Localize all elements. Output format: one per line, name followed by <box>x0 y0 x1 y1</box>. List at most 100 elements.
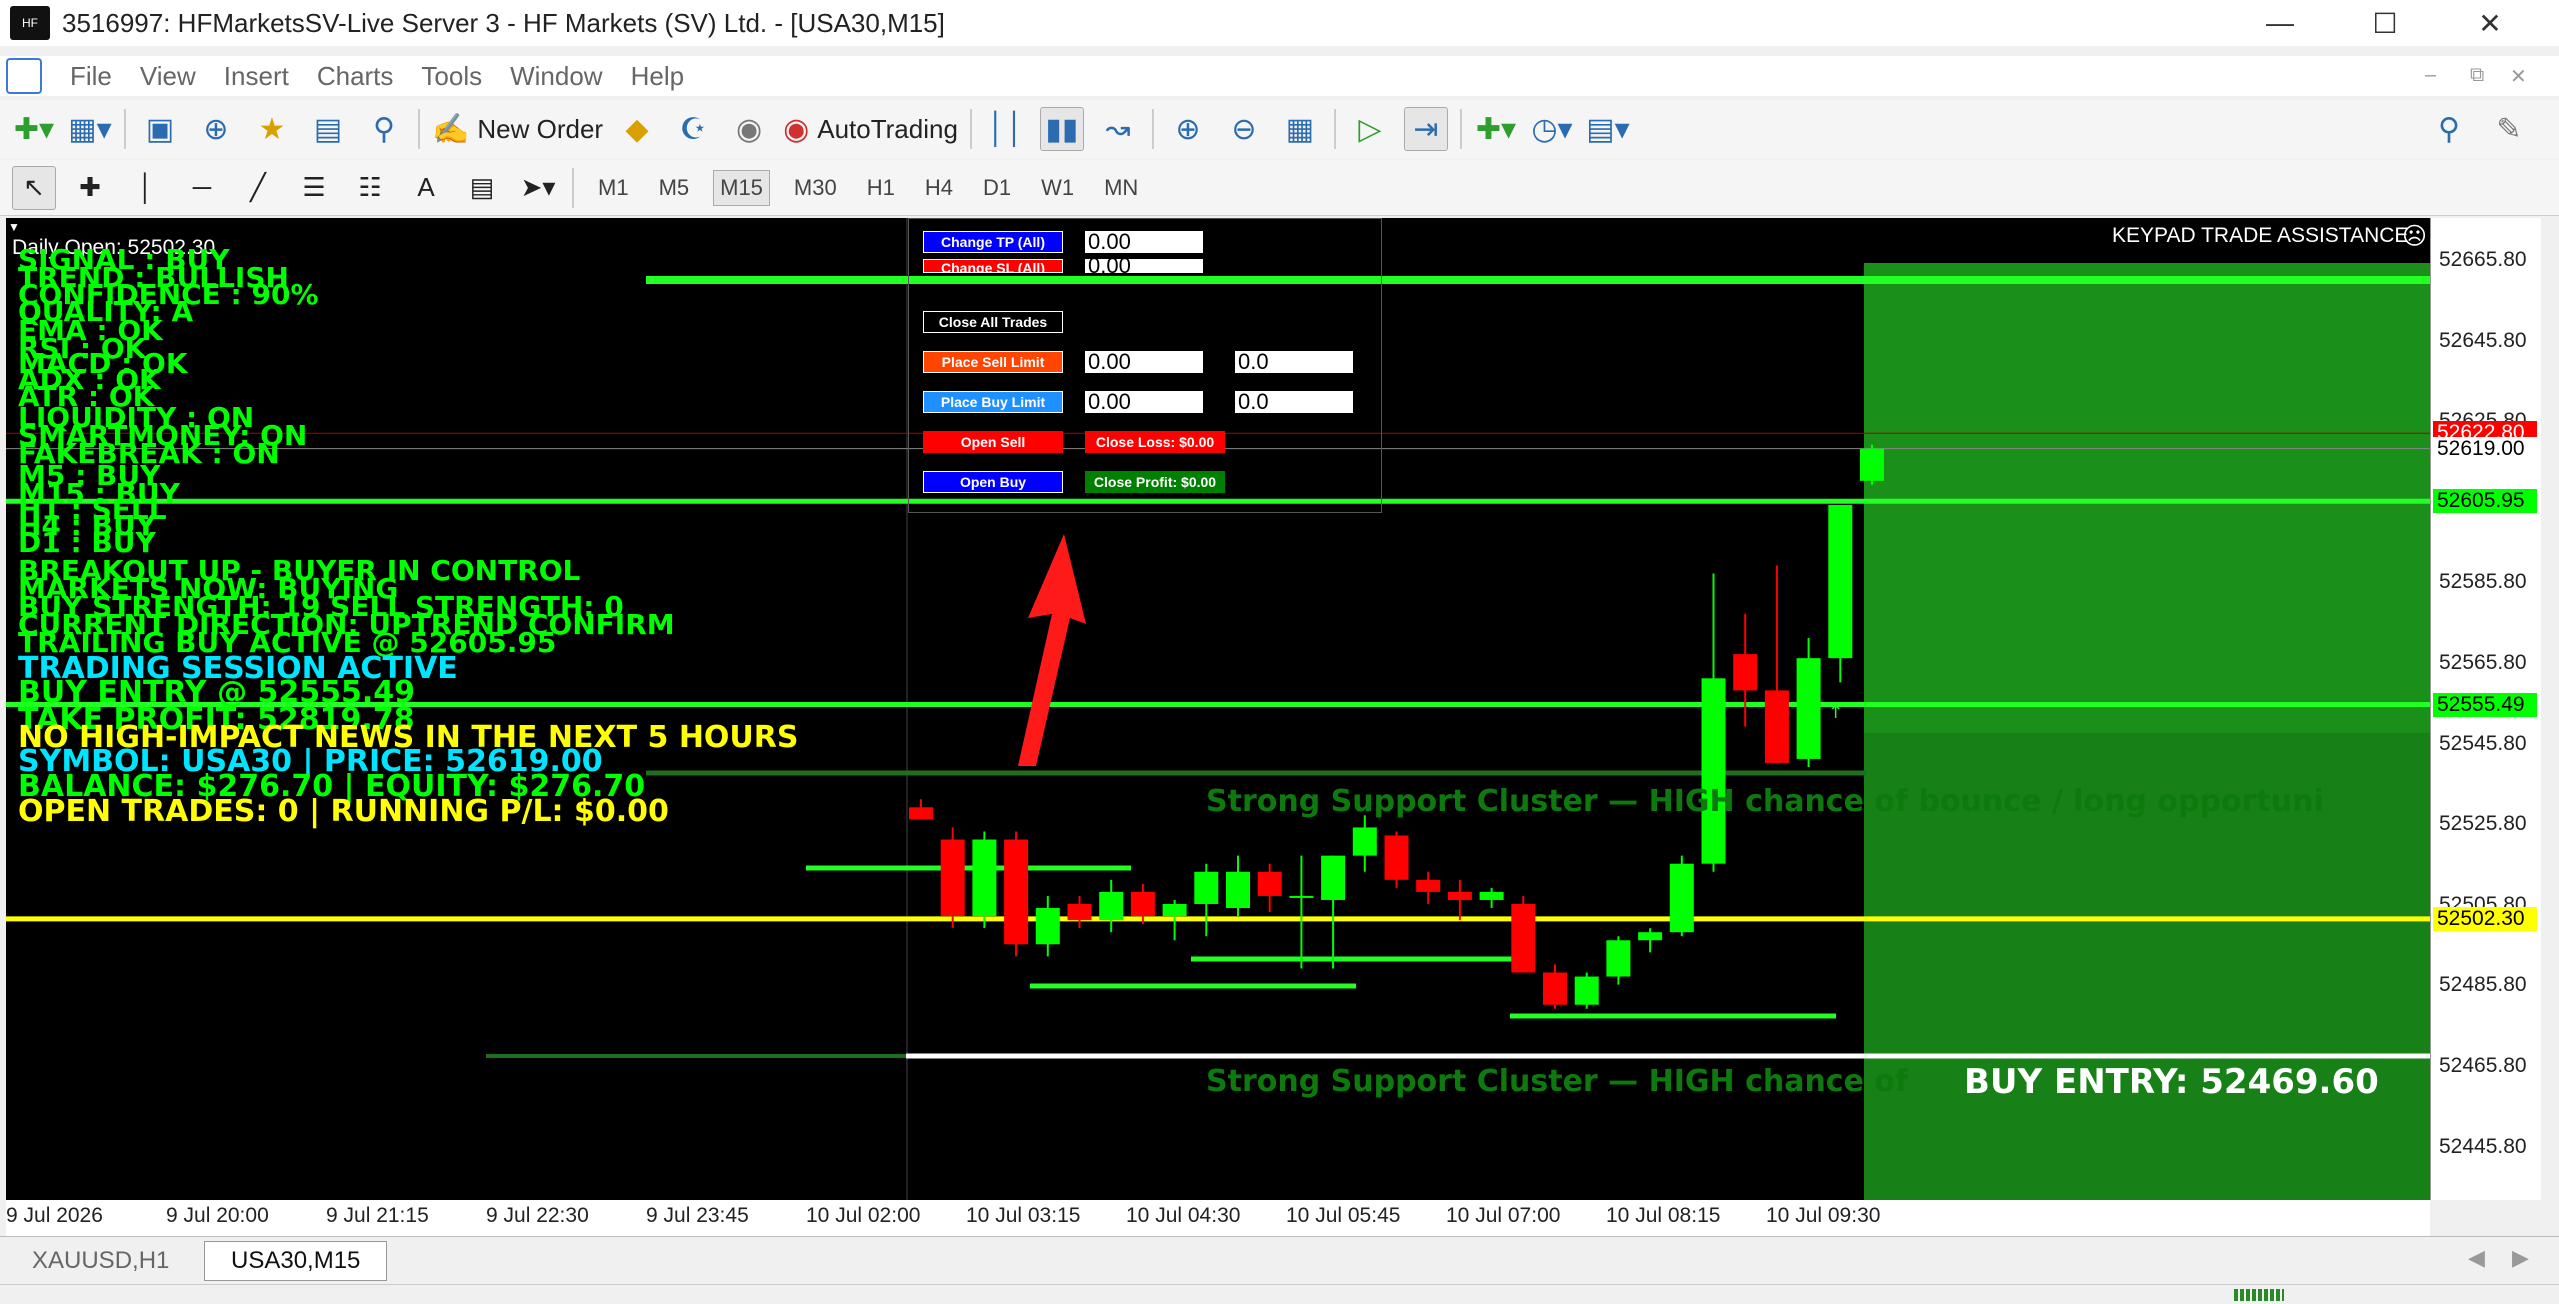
auto-scroll-icon[interactable]: ▷ <box>1348 107 1392 151</box>
chat-icon[interactable]: ✎ <box>2487 107 2531 151</box>
navigator-icon[interactable]: ★ <box>250 107 294 151</box>
support-cluster-label: Strong Support Cluster — HIGH chance of … <box>1206 784 2324 819</box>
menu-help[interactable]: Help <box>631 61 684 92</box>
buy-entry-label: BUY ENTRY: 52469.60 <box>1964 1062 2379 1102</box>
change-tp-button[interactable]: Change TP (All) <box>923 231 1063 253</box>
candle-body <box>1321 855 1346 900</box>
candle-body <box>1764 690 1789 763</box>
arrows-icon[interactable]: ➤▾ <box>516 166 560 210</box>
new-chart-icon[interactable]: ✚▾ <box>12 107 56 151</box>
menu-tools[interactable]: Tools <box>421 61 482 92</box>
equidistant-channel-icon[interactable]: ☰ <box>292 166 336 210</box>
horizontal-line-icon[interactable]: ─ <box>180 166 224 210</box>
text-icon[interactable]: A <box>404 166 448 210</box>
crosshair-icon[interactable]: ✚ <box>68 166 112 210</box>
timeframe-w1[interactable]: W1 <box>1035 171 1080 205</box>
sl-input[interactable]: 0.00 <box>1085 259 1203 273</box>
autotrading-label: AutoTrading <box>817 113 958 144</box>
new-order-button[interactable]: ✍ New Order <box>432 107 603 151</box>
market-icon[interactable]: ◉ <box>727 107 771 151</box>
signals-icon[interactable]: ☪ <box>671 107 715 151</box>
timeframe-h1[interactable]: H1 <box>861 171 901 205</box>
line-chart-icon[interactable]: ↝ <box>1096 107 1140 151</box>
close-button[interactable]: ✕ <box>2440 0 2540 46</box>
price-chart[interactable]: ↑ ▼ Daily Open: 52502.30 SIGNAL : BUY TRE… <box>6 218 2430 1200</box>
tab-xauusd-h1[interactable]: XAUUSD,H1 <box>6 1241 195 1281</box>
candle-body <box>1416 879 1441 892</box>
profiles-icon[interactable]: ▦▾ <box>68 107 112 151</box>
candle-body <box>1035 908 1060 945</box>
price-axis[interactable]: 52665.8052645.8052625.8052585.8052565.80… <box>2430 218 2541 1200</box>
connection-status-icon <box>2234 1289 2284 1301</box>
toolbar-separator <box>969 109 972 149</box>
text-label-icon[interactable]: ▤ <box>460 166 504 210</box>
vertical-line-icon[interactable]: │ <box>124 166 168 210</box>
zoom-in-icon[interactable]: ⊕ <box>1166 107 1210 151</box>
zoom-out-icon[interactable]: ⊖ <box>1222 107 1266 151</box>
mdi-minimize-button[interactable]: – <box>2425 64 2436 87</box>
sell-limit-lot-input[interactable]: 0.0 <box>1235 351 1353 373</box>
timeframe-d1[interactable]: D1 <box>977 171 1017 205</box>
tab-scroll-right-icon[interactable]: ▶ <box>2512 1245 2529 1271</box>
data-window-icon[interactable]: ⊕ <box>194 107 238 151</box>
buy-limit-lot-input[interactable]: 0.0 <box>1235 391 1353 413</box>
templates-icon[interactable]: ▤▾ <box>1586 107 1630 151</box>
buy-limit-price-input[interactable]: 0.00 <box>1085 391 1203 413</box>
timeframe-m5[interactable]: M5 <box>653 171 696 205</box>
tp-input[interactable]: 0.00 <box>1085 231 1203 253</box>
candle-body <box>1194 871 1219 904</box>
indicators-icon[interactable]: ✚▾ <box>1474 107 1518 151</box>
candle-body <box>940 839 965 917</box>
close-loss-button[interactable]: Close Loss: $0.00 <box>1085 431 1225 453</box>
close-all-trades-button[interactable]: Close All Trades <box>923 311 1063 333</box>
minimize-button[interactable]: — <box>2230 0 2330 46</box>
candle-body <box>1543 972 1567 1005</box>
place-sell-limit-button[interactable]: Place Sell Limit <box>923 351 1063 373</box>
timeframe-m1[interactable]: M1 <box>592 171 635 205</box>
candlestick-icon[interactable]: ▮▮ <box>1039 107 1084 151</box>
periods-icon[interactable]: ◷▾ <box>1530 107 1574 151</box>
chart-menu-icon[interactable]: ▼ <box>8 220 20 234</box>
search-icon[interactable]: ⚲ <box>2427 107 2471 151</box>
maximize-button[interactable]: ☐ <box>2335 0 2435 46</box>
support-cluster-label-2: Strong Support Cluster — HIGH chance of <box>1206 1064 1909 1099</box>
timeframe-h4[interactable]: H4 <box>919 171 959 205</box>
metaeditor-icon[interactable]: ◆ <box>615 107 659 151</box>
timeframe-m30[interactable]: M30 <box>788 171 843 205</box>
tab-scroll-left-icon[interactable]: ◀ <box>2468 1245 2485 1271</box>
cursor-icon[interactable]: ↖ <box>12 165 56 210</box>
time-axis-label: 9 Jul 22:30 <box>486 1204 589 1227</box>
time-axis-label: 10 Jul 07:00 <box>1446 1204 1561 1227</box>
bar-chart-icon[interactable]: ││ <box>984 107 1028 151</box>
mdi-close-button[interactable]: ✕ <box>2510 64 2527 89</box>
market-watch-icon[interactable]: ▣ <box>138 107 182 151</box>
trendline-icon[interactable]: ╱ <box>236 166 280 210</box>
open-buy-button[interactable]: Open Buy <box>923 471 1063 493</box>
sell-limit-price-input[interactable]: 0.00 <box>1085 351 1203 373</box>
open-sell-button[interactable]: Open Sell <box>923 431 1063 453</box>
candle-body <box>909 807 933 820</box>
menu-charts[interactable]: Charts <box>317 61 394 92</box>
strategy-tester-icon[interactable]: ⚲ <box>362 107 406 151</box>
tab-usa30-m15[interactable]: USA30,M15 <box>204 1241 388 1281</box>
candle-body <box>1638 932 1663 941</box>
autotrading-button[interactable]: ◉ AutoTrading <box>783 107 958 151</box>
menu-window[interactable]: Window <box>510 61 602 92</box>
fibonacci-icon[interactable]: ☷ <box>348 166 392 210</box>
place-buy-limit-button[interactable]: Place Buy Limit <box>923 391 1063 413</box>
close-profit-button[interactable]: Close Profit: $0.00 <box>1085 471 1225 493</box>
change-sl-button[interactable]: Change SL (All) <box>923 259 1063 273</box>
timeframe-mn[interactable]: MN <box>1098 171 1144 205</box>
tile-windows-icon[interactable]: ▦ <box>1278 107 1322 151</box>
time-axis[interactable]: 9 Jul 2026 9 Jul 20:00 9 Jul 21:15 9 Jul 22… <box>6 1200 2430 1236</box>
menu-file[interactable]: File <box>70 61 112 92</box>
candle-body <box>1004 839 1029 945</box>
menu-insert[interactable]: Insert <box>224 61 289 92</box>
chart-shift-icon[interactable]: ⇥ <box>1403 107 1448 151</box>
timeframe-m15[interactable]: M15 <box>713 169 770 206</box>
mdi-restore-button[interactable]: ⧉ <box>2470 64 2484 87</box>
toolbar-separator <box>418 109 420 149</box>
terminal-icon[interactable]: ▤ <box>306 107 350 151</box>
candle-body <box>1099 891 1124 921</box>
menu-view[interactable]: View <box>140 61 196 92</box>
